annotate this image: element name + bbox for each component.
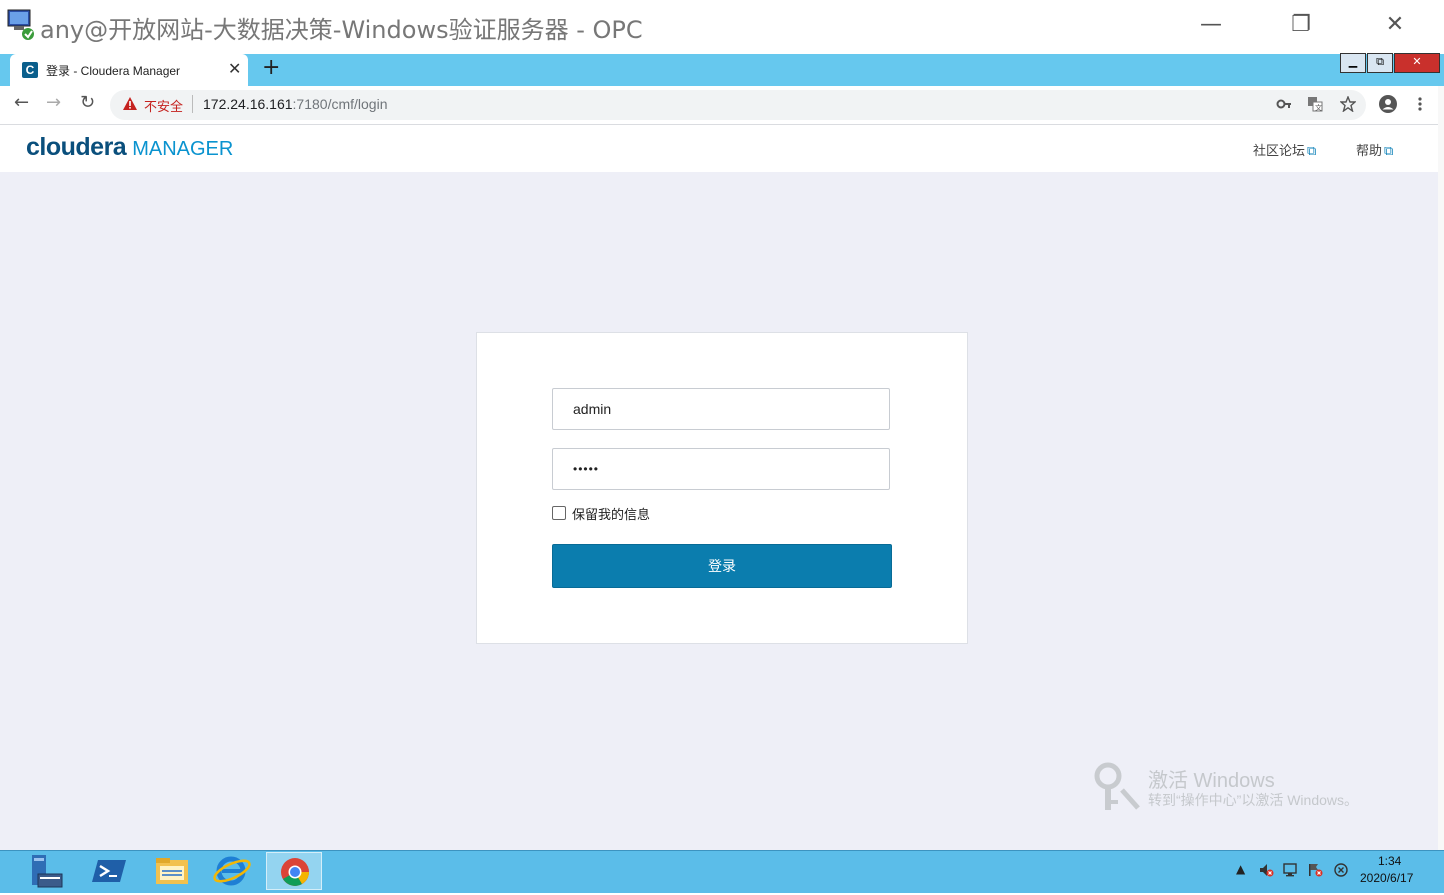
activation-subtitle: 转到“操作中心”以激活 Windows。 (1148, 792, 1359, 808)
clock-date[interactable]: 2020/6/17 (1360, 871, 1413, 885)
login-button[interactable]: 登录 (552, 544, 892, 588)
tray-overflow-icon[interactable]: ▲ (1236, 862, 1245, 876)
url-host: 172.24.16.161 (203, 96, 293, 112)
url-text[interactable]: 172.24.16.161:7180/cmf/login (203, 96, 387, 112)
rdp-window-title: any@开放网站-大数据决策-Windows验证服务器 - OPC (40, 16, 643, 44)
new-tab-button[interactable]: + (262, 55, 280, 80)
password-input[interactable]: ••••• (552, 448, 890, 490)
inner-minimize-button[interactable]: ▁ (1340, 53, 1366, 73)
clock-time[interactable]: 1:34 (1378, 854, 1401, 868)
external-link-icon: ⧉ (1307, 143, 1317, 158)
internet-explorer-icon[interactable] (204, 852, 260, 890)
window-close-button[interactable]: ✕ (1350, 0, 1440, 54)
window-right-edge (1438, 86, 1444, 850)
activation-title: 激活 Windows (1148, 770, 1275, 792)
logo-product: MANAGER (132, 138, 234, 160)
star-icon[interactable] (1339, 95, 1357, 116)
flag-alert-icon[interactable] (1307, 862, 1323, 881)
remember-me-checkbox[interactable] (552, 506, 566, 520)
tab-title: 登录 - Cloudera Manager (46, 64, 181, 78)
window-maximize-button[interactable]: ❐ (1256, 0, 1346, 54)
address-bar[interactable]: 不安全 172.24.16.161:7180/cmf/login (110, 90, 1366, 120)
username-input[interactable]: admin (552, 388, 890, 430)
inner-restore-button[interactable]: ⧉ (1367, 53, 1393, 73)
cloudera-manager-logo[interactable]: cloudera MANAGER (26, 133, 233, 162)
notification-close-icon[interactable] (1333, 862, 1349, 881)
server-manager-icon[interactable] (18, 852, 74, 890)
browser-tab[interactable]: C 登录 - Cloudera Manager ✕ (10, 54, 248, 86)
warning-icon (122, 96, 138, 116)
svg-text:文: 文 (1315, 103, 1322, 112)
back-button[interactable]: ← (14, 92, 29, 113)
community-forum-label: 社区论坛 (1253, 143, 1306, 158)
translate-icon[interactable]: 文 (1307, 96, 1323, 116)
community-forum-link[interactable]: 社区论坛 ⧉ (1253, 140, 1316, 159)
account-icon[interactable] (1378, 94, 1398, 118)
speaker-muted-icon[interactable] (1258, 862, 1274, 881)
rdp-title-bar: any@开放网站-大数据决策-Windows验证服务器 - OPC — ❐ ✕ (0, 0, 1444, 54)
address-separator (192, 95, 193, 113)
menu-icon[interactable] (1414, 96, 1426, 116)
forward-button[interactable]: → (46, 92, 61, 113)
inner-close-button[interactable]: ✕ (1394, 53, 1440, 73)
remember-me-label[interactable]: 保留我的信息 (572, 504, 650, 523)
help-link[interactable]: 帮助 ⧉ (1356, 140, 1393, 159)
window-minimize-button[interactable]: — (1166, 0, 1256, 54)
remote-desktop-icon (6, 8, 36, 42)
network-icon[interactable] (1283, 862, 1299, 881)
tab-close-icon[interactable]: ✕ (228, 59, 241, 78)
powershell-icon[interactable] (82, 852, 138, 890)
cloudera-favicon-icon: C (22, 62, 38, 78)
key-watermark-icon (1092, 762, 1142, 816)
logo-brand: cloudera (26, 133, 127, 161)
file-explorer-icon[interactable] (144, 852, 200, 890)
url-path: :7180/cmf/login (292, 96, 388, 112)
help-label: 帮助 (1356, 143, 1383, 158)
key-icon[interactable] (1276, 96, 1292, 116)
reload-button[interactable]: ↻ (80, 92, 95, 113)
chrome-icon[interactable] (266, 852, 322, 890)
security-status[interactable]: 不安全 (144, 96, 183, 115)
external-link-icon: ⧉ (1384, 143, 1394, 158)
